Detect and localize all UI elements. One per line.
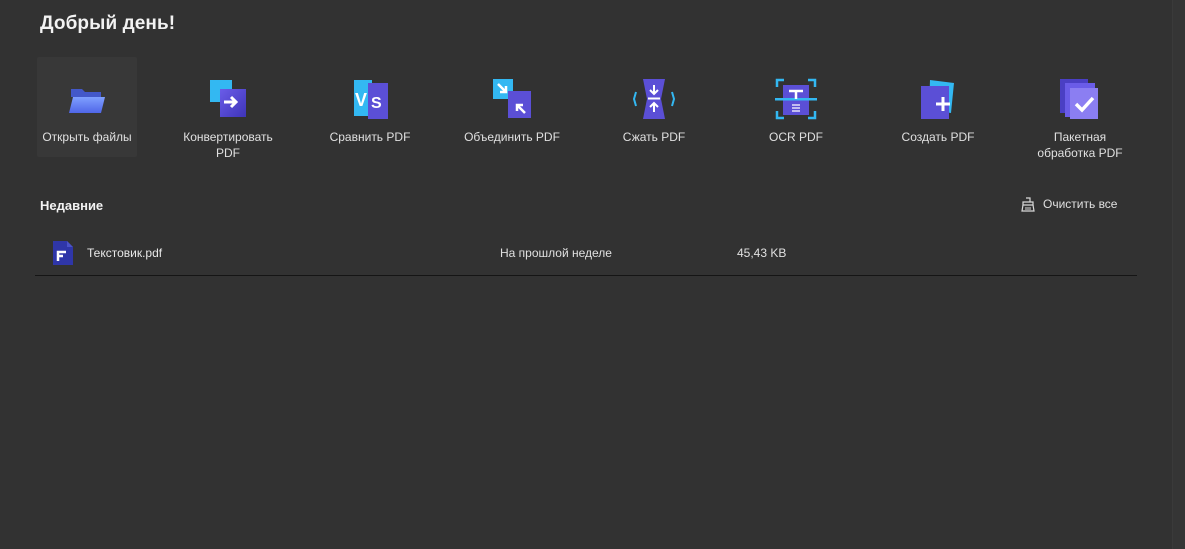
tool-label: Сжать PDF (622, 130, 686, 144)
file-size: 45,43 KB (737, 246, 787, 260)
greeting-title: Добрый день! (40, 13, 176, 34)
tool-label: OCR PDF (769, 130, 823, 144)
svg-text:S: S (371, 95, 382, 112)
recent-section-title: Недавние (40, 198, 104, 213)
clear-all-button[interactable]: Очистить все (1020, 193, 1117, 215)
tool-merge-pdf[interactable]: Объединить PDF (462, 57, 562, 157)
vertical-scrollbar[interactable] (1172, 0, 1185, 549)
file-name: Текстовик.pdf (87, 246, 163, 260)
file-modified: На прошлой неделе (500, 246, 612, 260)
tool-label: Создать PDF (901, 130, 975, 144)
merge-pdf-icon (493, 79, 531, 118)
pdf-file-icon (53, 241, 73, 265)
open-folder-icon (69, 89, 105, 113)
compress-pdf-icon (632, 79, 676, 119)
ocr-pdf-icon (775, 78, 817, 120)
svg-text:V: V (355, 90, 367, 110)
tool-ocr-pdf[interactable]: OCR PDF (746, 57, 846, 157)
tool-label: Пакетная обработка PDF (1037, 130, 1123, 160)
recent-file-row[interactable]: Текстовик.pdf На прошлой неделе 45,43 KB (35, 232, 1137, 276)
compare-pdf-icon: V S (354, 80, 388, 119)
tool-create-pdf[interactable]: Создать PDF (888, 57, 988, 157)
tool-convert-pdf[interactable]: Конвертировать PDF (178, 57, 278, 160)
tool-label: Конвертировать PDF (183, 130, 273, 160)
tool-label: Сравнить PDF (329, 130, 411, 144)
tool-label: Открыть файлы (42, 130, 132, 144)
tool-batch-pdf[interactable]: Пакетная обработка PDF (1030, 57, 1130, 160)
quick-tools-bar: Открыть файлы Конвертировать PDF V S Сра… (37, 57, 1137, 167)
home-screen: Добрый день! Открыть файлы Конвертироват… (0, 0, 1185, 549)
tool-label: Объединить PDF (464, 130, 560, 144)
tool-open-files[interactable]: Открыть файлы (37, 57, 137, 157)
batch-pdf-icon (1060, 79, 1098, 119)
tool-compress-pdf[interactable]: Сжать PDF (604, 57, 704, 157)
convert-pdf-icon (210, 80, 246, 117)
tool-compare-pdf[interactable]: V S Сравнить PDF (320, 57, 420, 157)
clear-all-label: Очистить все (1043, 197, 1118, 211)
create-pdf-icon (921, 80, 954, 119)
broom-icon (1021, 197, 1035, 212)
